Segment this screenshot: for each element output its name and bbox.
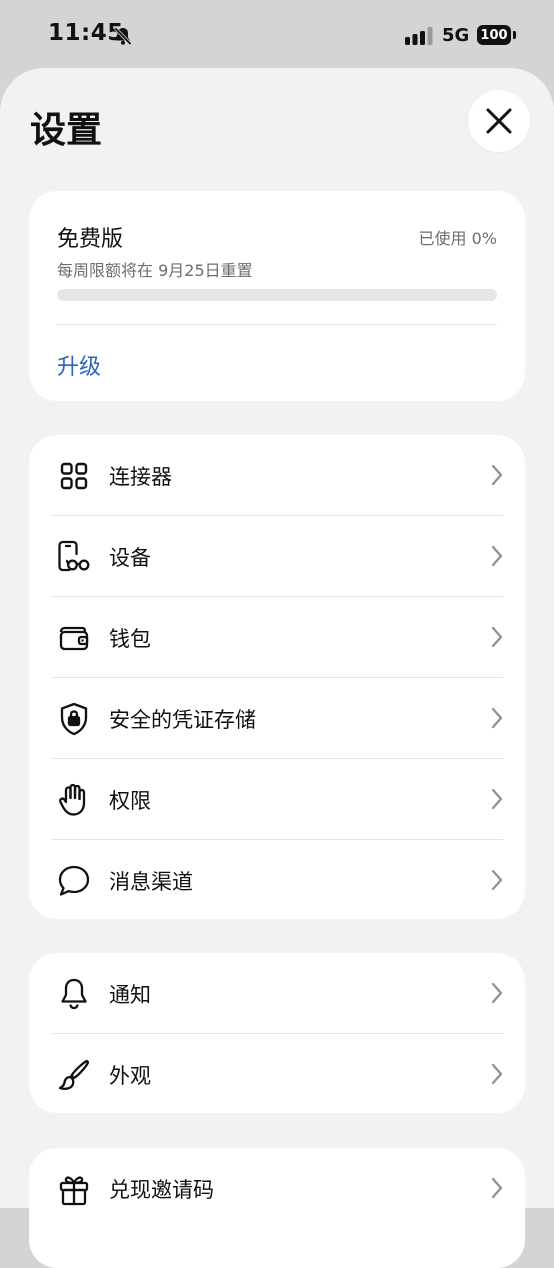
chevron-right-icon — [491, 464, 503, 490]
settings-row-devices[interactable]: 设备 — [29, 516, 525, 597]
chevron-right-icon — [491, 869, 503, 895]
row-label: 钱包 — [109, 627, 151, 651]
settings-row-redeem-invite[interactable]: 兑现邀请码 — [29, 1148, 525, 1229]
phone-glasses-icon — [57, 540, 91, 574]
row-label: 设备 — [109, 546, 151, 570]
usage-progress-bar — [57, 289, 497, 301]
row-label: 通知 — [109, 983, 151, 1007]
row-label: 兑现邀请码 — [109, 1178, 214, 1202]
chevron-right-icon — [491, 707, 503, 733]
settings-row-permissions[interactable]: 权限 — [29, 759, 525, 840]
plan-reset-note: 每周限额将在 9月25日重置 — [57, 261, 253, 280]
settings-row-appearance[interactable]: 外观 — [29, 1034, 525, 1115]
network-type: 5G — [442, 25, 470, 46]
upgrade-link[interactable]: 升级 — [57, 349, 101, 381]
row-label: 消息渠道 — [109, 870, 193, 894]
close-icon — [486, 108, 512, 134]
paintbrush-icon — [57, 1058, 91, 1092]
battery-icon: 100 — [477, 25, 516, 45]
chevron-right-icon — [491, 982, 503, 1008]
signal-strength-icon — [405, 27, 433, 49]
close-button[interactable] — [468, 90, 530, 152]
row-label: 权限 — [109, 789, 151, 813]
bell-icon — [57, 977, 91, 1011]
page-title: 设置 — [30, 110, 103, 151]
plan-name: 免费版 — [57, 227, 124, 252]
chat-bubble-icon — [57, 864, 91, 898]
row-label: 连接器 — [109, 465, 172, 489]
settings-row-connectors[interactable]: 连接器 — [29, 435, 525, 516]
chevron-right-icon — [491, 1063, 503, 1089]
divider — [57, 324, 497, 325]
settings-group-preferences: 通知 外观 — [29, 953, 525, 1113]
settings-row-notifications[interactable]: 通知 — [29, 953, 525, 1034]
settings-row-credential-storage[interactable]: 安全的凭证存储 — [29, 678, 525, 759]
shield-lock-icon — [57, 702, 91, 736]
settings-sheet: 设置 免费版 已使用 0% 每周限额将在 9月25日重置 升级 连接器 设备 钱… — [0, 68, 554, 1268]
settings-group-invite: 兑现邀请码 — [29, 1148, 525, 1268]
row-label: 外观 — [109, 1064, 151, 1088]
chevron-right-icon — [491, 788, 503, 814]
plan-card: 免费版 已使用 0% 每周限额将在 9月25日重置 升级 — [29, 191, 525, 401]
wallet-icon — [57, 621, 91, 655]
chevron-right-icon — [491, 626, 503, 652]
status-bar: 11:45 5G 100 — [0, 0, 554, 70]
settings-row-wallet[interactable]: 钱包 — [29, 597, 525, 678]
bell-off-icon — [113, 26, 133, 50]
settings-row-message-channels[interactable]: 消息渠道 — [29, 840, 525, 921]
plan-usage: 已使用 0% — [418, 229, 497, 248]
row-label: 安全的凭证存储 — [109, 708, 256, 732]
chevron-right-icon — [491, 545, 503, 571]
gift-icon — [57, 1172, 91, 1206]
settings-group-main: 连接器 设备 钱包 安全的凭证存储 权限 消息渠道 — [29, 435, 525, 919]
grid-icon — [57, 459, 91, 493]
hand-icon — [57, 783, 91, 817]
battery-level: 100 — [477, 25, 511, 45]
chevron-right-icon — [491, 1177, 503, 1203]
